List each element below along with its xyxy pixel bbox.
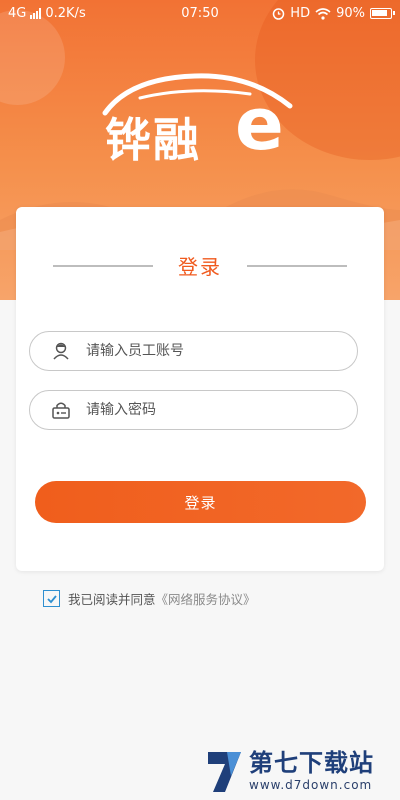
- wifi-icon: [315, 7, 331, 20]
- title-divider-right: [247, 265, 347, 267]
- login-button[interactable]: 登录: [35, 481, 366, 523]
- agreement-link[interactable]: 《网络服务协议》: [156, 589, 256, 608]
- status-bar: 4G 0.2K/s 07:50 HD 90%: [0, 0, 400, 28]
- hd-indicator: HD: [290, 6, 311, 21]
- user-icon: [53, 342, 69, 360]
- password-input[interactable]: [84, 401, 318, 419]
- password-field: [29, 390, 358, 430]
- login-card: 登录 登录: [16, 207, 384, 571]
- username-field: [29, 331, 358, 371]
- agreement-checkbox[interactable]: [43, 590, 60, 607]
- battery-percent: 90%: [336, 6, 365, 21]
- watermark-logo-icon: [208, 752, 241, 792]
- alarm-icon: [273, 8, 285, 20]
- app-logo-text: 铧融: [105, 113, 201, 167]
- battery-icon: [370, 8, 395, 19]
- login-title-row: 登录: [16, 251, 384, 281]
- watermark-url: www.d7down.com: [249, 778, 373, 792]
- lock-icon: [52, 402, 70, 419]
- app-logo-letter: e: [235, 82, 284, 166]
- agreement-row: 我已阅读并同意 《网络服务协议》: [43, 589, 256, 608]
- checkmark-icon: [46, 594, 57, 603]
- username-input[interactable]: [84, 342, 318, 360]
- watermark-name: 第七下载站: [249, 749, 374, 777]
- watermark: 第七下载站 www.d7down.com: [205, 748, 374, 796]
- agreement-text: 我已阅读并同意: [68, 592, 156, 607]
